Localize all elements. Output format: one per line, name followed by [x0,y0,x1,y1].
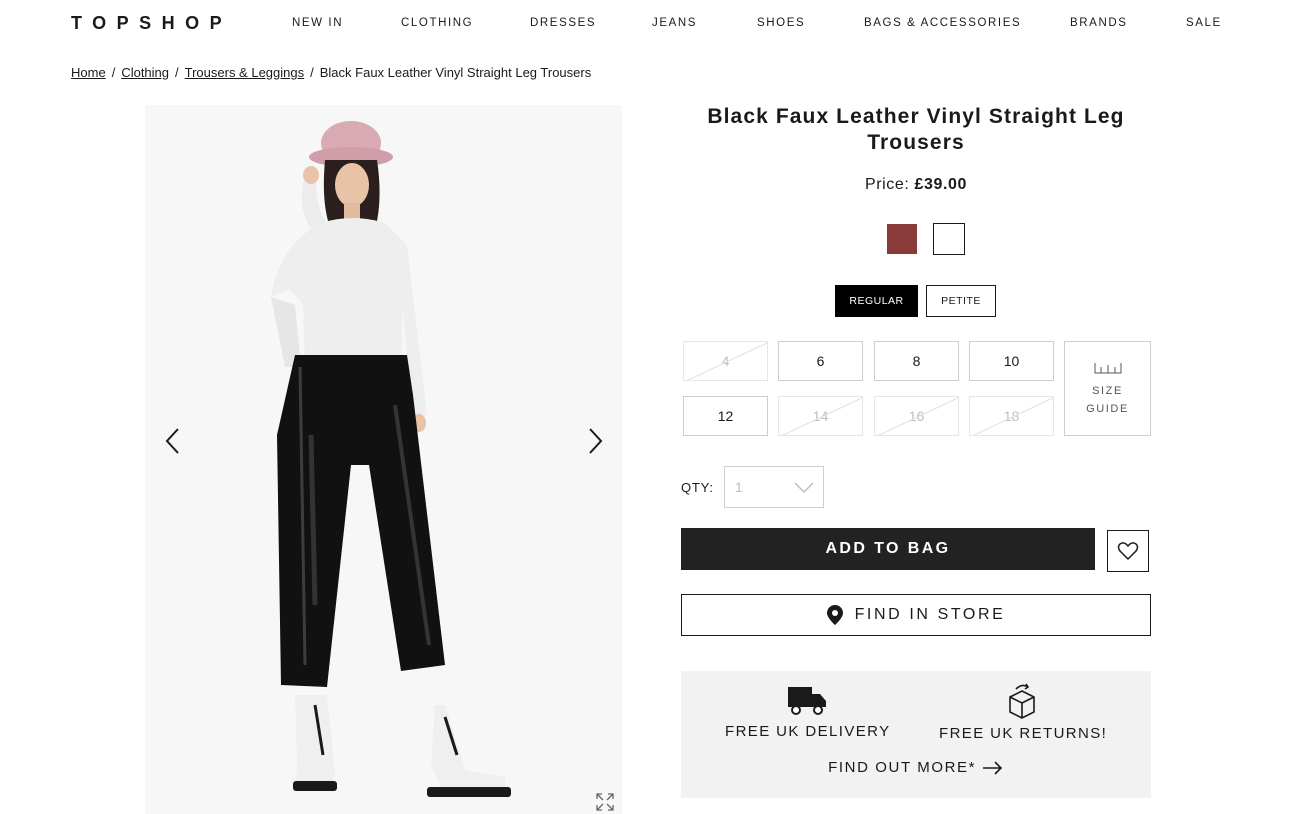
strikethrough-line [782,397,862,435]
ruler-icon [1094,363,1122,374]
breadcrumb-separator: / [175,65,179,80]
strikethrough-line [878,397,958,435]
size-label: 12 [717,408,734,424]
chevron-right-icon [589,428,603,454]
delivery-returns-promo: FREE UK DELIVERY FREE UK RETURNS! FIND O… [681,671,1151,798]
size-label: 10 [1003,353,1020,369]
truck-icon [788,687,826,715]
main-nav: NEW IN CLOTHING DRESSES JEANS SHOES BAGS… [0,17,1301,31]
size-option-16[interactable]: 16 [874,396,959,436]
nav-sale[interactable]: SALE [1186,17,1222,29]
heart-icon [1117,542,1139,561]
price-label: Price: [864,176,910,193]
breadcrumb-clothing[interactable]: Clothing [121,65,169,80]
qty-select[interactable]: 1 [724,466,824,508]
breadcrumb: Home / Clothing / Trousers & Leggings / Black … [71,65,591,80]
find-out-more-link[interactable]: FIND OUT MORE* [681,759,1151,776]
fit-regular-button[interactable]: REGULAR [835,285,918,317]
breadcrumb-trousers-leggings[interactable]: Trousers & Leggings [185,65,304,80]
nav-bags-accessories[interactable]: BAGS & ACCESSORIES [864,17,1021,29]
free-delivery: FREE UK DELIVERY [725,685,889,740]
size-option-4[interactable]: 4 [683,341,768,381]
size-guide-line-1: SIZE [1092,385,1123,397]
size-option-14[interactable]: 14 [778,396,863,436]
find-out-more-label: FIND OUT MORE* [828,759,977,776]
location-pin-icon [826,605,843,625]
nav-shoes[interactable]: SHOES [757,17,805,29]
price-amount: £39.00 [914,176,968,193]
breadcrumb-current: Black Faux Leather Vinyl Straight Leg Tr… [319,65,592,80]
next-image-button[interactable] [581,423,611,459]
free-delivery-label: FREE UK DELIVERY [725,723,891,740]
expand-icon [596,793,614,811]
return-box-icon [1009,683,1035,719]
find-in-store-button[interactable]: FIND IN STORE [681,594,1151,636]
size-guide-label: SIZE GUIDE [1065,382,1150,418]
size-guide-button[interactable]: SIZE GUIDE [1064,341,1151,436]
find-in-store-label: FIND IN STORE [854,606,1006,623]
nav-new-in[interactable]: NEW IN [292,17,343,29]
site-header: TOPSHOP NEW IN CLOTHING DRESSES JEANS SH… [0,0,1301,48]
breadcrumb-separator: / [310,65,314,80]
nav-brands[interactable]: BRANDS [1070,17,1128,29]
size-option-18[interactable]: 18 [969,396,1054,436]
size-label: 8 [912,353,921,369]
chevron-left-icon [165,428,179,454]
nav-clothing[interactable]: CLOTHING [401,17,473,29]
free-returns-label: FREE UK RETURNS! [939,725,1108,742]
qty-value: 1 [735,479,743,495]
chevron-down-icon [794,482,814,494]
nav-dresses[interactable]: DRESSES [530,17,596,29]
strikethrough-line [973,397,1053,435]
size-option-8[interactable]: 8 [874,341,959,381]
add-to-bag-button[interactable]: ADD TO BAG [681,528,1095,570]
expand-image-button[interactable] [594,791,616,813]
size-option-6[interactable]: 6 [778,341,863,381]
free-returns: FREE UK RETURNS! [939,683,1108,742]
qty-label: QTY: [681,480,714,495]
product-title: Black Faux Leather Vinyl Straight Leg Tr… [707,105,1125,154]
product-image [271,121,511,797]
size-option-10[interactable]: 10 [969,341,1054,381]
swatch-white[interactable] [933,223,965,255]
size-guide-line-2: GUIDE [1086,403,1129,415]
swatch-red[interactable] [886,223,918,255]
prev-image-button[interactable] [157,423,187,459]
breadcrumb-home[interactable]: Home [71,65,106,80]
size-label: 6 [816,353,825,369]
product-image-gallery[interactable] [145,105,622,814]
product-price: Price: £39.00 [681,176,1151,194]
arrow-right-icon [982,761,1003,775]
size-option-12[interactable]: 12 [683,396,768,436]
strikethrough-line [687,342,767,380]
nav-jeans[interactable]: JEANS [652,17,697,29]
breadcrumb-separator: / [111,65,116,80]
wishlist-button[interactable] [1107,530,1149,572]
fit-petite-button[interactable]: PETITE [926,285,996,317]
